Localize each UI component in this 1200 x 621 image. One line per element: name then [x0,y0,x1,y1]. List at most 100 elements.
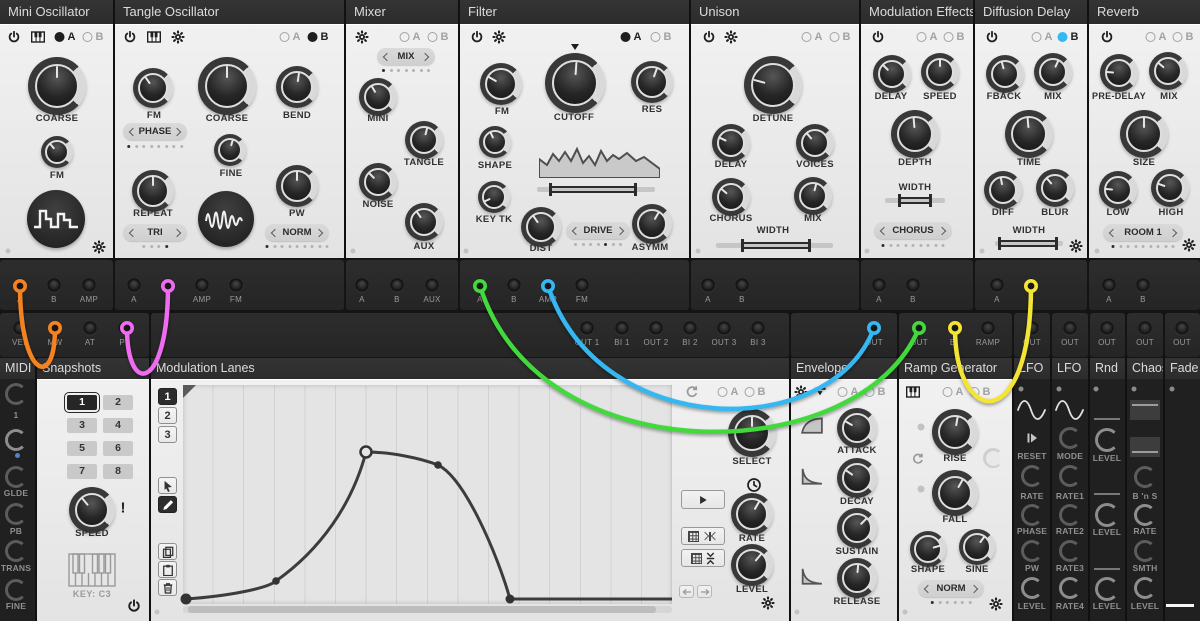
tangle-fm-knob[interactable] [133,68,173,108]
diff-voice-a-toggle[interactable]: A [1032,31,1053,43]
ramp-rise-knob[interactable] [932,409,978,455]
reverb-low-knob[interactable] [1099,171,1137,209]
lanes-jack-out2[interactable] [650,322,663,335]
filter-jack-b[interactable] [508,279,521,292]
snapshot-slot-3[interactable]: 3 [67,418,97,433]
modfx-depth-knob[interactable] [891,110,939,158]
midi-fine-knob[interactable] [5,579,27,601]
modfx-voice-a-toggle[interactable]: A [917,31,938,43]
filter-drive-selector[interactable]: DRIVE [566,222,630,239]
unison-voice-a-toggle[interactable]: A [802,31,823,43]
copy-button[interactable] [158,543,177,560]
unison-jack-a[interactable] [702,279,715,292]
chaos-bns-knob[interactable] [1134,466,1156,488]
lfo2-jack-out[interactable] [1064,322,1077,335]
ramp-fall-knob[interactable] [932,470,978,516]
lfo1-sine-icon[interactable] [1017,400,1047,420]
ramp-voice-a-toggle[interactable]: A [943,386,964,398]
lanes-jack-out1[interactable] [581,322,594,335]
ramp-gear-icon[interactable] [990,598,1003,611]
rnd-level1-knob[interactable] [1095,428,1119,452]
reverb-jack-a[interactable] [1103,279,1116,292]
power-icon[interactable] [124,31,137,44]
reverb-size-knob[interactable] [1120,110,1168,158]
fade-header[interactable]: Fade [1165,358,1200,379]
rnd-level3-knob[interactable] [1095,577,1119,601]
tangle-osc-header[interactable]: Tangle Oscillator [115,0,344,24]
lfo1-pw-knob[interactable] [1021,540,1043,562]
midi-knob-1[interactable] [5,383,27,405]
unison-detune-knob[interactable] [744,56,802,114]
tangle-coarse-knob[interactable] [198,57,256,115]
envelope-attack-knob[interactable] [837,408,877,448]
filter-dist-knob[interactable] [521,207,561,247]
reverb-jack-b[interactable] [1137,279,1150,292]
midi-jack-mw[interactable] [49,322,62,335]
unison-delay-knob[interactable] [712,124,750,162]
diff-gear-icon[interactable] [1070,240,1083,253]
scrollbar-thumb[interactable] [188,606,656,613]
midi-jack-at[interactable] [84,322,97,335]
midi-knob-2[interactable] [5,429,27,451]
filter-res-knob[interactable] [631,61,673,103]
filter-asymm-knob[interactable] [632,204,672,244]
mini-fm-knob[interactable] [41,136,73,168]
snapshot-power-icon[interactable] [127,599,141,613]
filter-range-slider[interactable] [537,187,655,192]
reverb-gear-icon[interactable] [1183,239,1196,252]
mixer-noise-knob[interactable] [359,163,397,201]
ramp-jack-out[interactable] [913,322,926,335]
lfo1-level-knob[interactable] [1021,577,1043,599]
mini-coarse-knob[interactable] [28,57,86,115]
lane-curve-canvas[interactable] [183,385,672,604]
tangle-tri-selector[interactable]: TRI [123,224,187,241]
diff-width-slider[interactable] [995,241,1063,246]
keyboard-icon[interactable] [31,31,45,43]
snapshot-slot-4[interactable]: 4 [103,418,133,433]
reverb-predelay-knob[interactable] [1100,54,1138,92]
tangle-fine-knob[interactable] [214,134,246,166]
reverb-voice-b-toggle[interactable]: B [1173,31,1194,43]
mixer-tangle-knob[interactable] [405,121,443,159]
power-icon[interactable] [872,31,885,44]
filter-keytrack-knob[interactable] [478,181,510,213]
snap-x-button[interactable] [681,527,725,545]
modfx-delay-knob[interactable] [873,55,911,93]
midi-glide-knob[interactable] [5,466,27,488]
midi-trans-knob[interactable] [5,540,27,562]
power-icon[interactable] [703,31,716,44]
mini-jack-amp[interactable] [83,279,96,292]
lane-sync-icon[interactable] [685,385,699,399]
ramp-keyboard-icon[interactable] [906,386,920,398]
range-handle[interactable] [741,239,811,252]
power-icon[interactable] [471,31,484,44]
snapshot-slot-5[interactable]: 5 [67,441,97,456]
lfo2-rate1-knob[interactable] [1059,465,1081,487]
tangle-pw-knob[interactable] [276,165,318,207]
midi-jack-vel[interactable] [14,322,27,335]
envelope-gear-icon[interactable] [795,386,808,399]
mixer-jack-a[interactable] [356,279,369,292]
envelope-sustain-knob[interactable] [837,508,877,548]
gear-icon[interactable] [356,31,369,44]
envelope-voice-a-toggle[interactable]: A [838,386,859,398]
range-handle[interactable] [898,194,932,207]
snapshot-slot-8[interactable]: 8 [103,464,133,479]
snapshot-slot-2[interactable]: 2 [103,395,133,410]
tangle-voice-b-toggle[interactable]: B [308,31,329,43]
envelope-jack-out[interactable] [868,322,881,335]
modfx-header[interactable]: Modulation Effects [861,0,973,24]
reverb-high-knob[interactable] [1151,169,1189,207]
envelope-release-knob[interactable] [837,558,877,598]
envelope-header[interactable]: Envelope [791,358,897,379]
tangle-norm-selector[interactable]: NORM [265,224,329,241]
next-lane-button[interactable] [697,585,712,598]
ramp-jack-ramp[interactable] [982,322,995,335]
lane-rate-knob[interactable] [731,493,773,535]
lane-select-knob[interactable] [728,409,776,457]
envelope-trigger-icon[interactable] [814,387,827,397]
modfx-speed-knob[interactable] [921,53,959,91]
chaos-smooth-knob[interactable] [1134,540,1156,562]
mini-jack-b[interactable] [48,279,61,292]
snapshot-keyboard-icon[interactable] [68,553,116,587]
